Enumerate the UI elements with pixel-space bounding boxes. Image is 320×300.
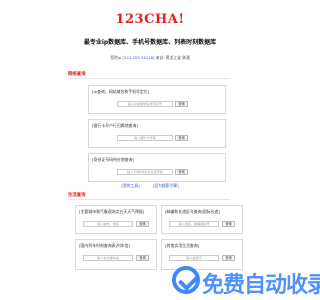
tool-links: [我的工具] [设为搜索引擎] (0, 183, 300, 189)
network-section-title: 网络查询 (68, 72, 86, 77)
ip-lookup-label: [ip查询、网站域名和手机号定位] (92, 89, 150, 94)
ip-location: 来自: 黑龙江省 联通 (155, 55, 190, 60)
postcode-input[interactable]: 输入地区、邮编或区号 (169, 221, 219, 227)
train-input[interactable]: 输入车次或车站 (83, 255, 133, 261)
other-life-input[interactable]: 输入关键字 (169, 255, 219, 261)
site-subtitle: 最专业ip数据库、手机号数据库、列表时刻数据库 (83, 39, 217, 46)
id-card-panel: [身份证号码所在地查询] 输入15或18位身份证号码 查询 (88, 153, 226, 182)
life-section-divider (68, 199, 230, 200)
id-card-input[interactable]: 输入15或18位身份证号码 (117, 169, 173, 175)
network-section-divider (68, 78, 230, 79)
other-life-label: [其他实用生活查询] (165, 243, 200, 248)
weather-panel: [主要城市和气象观测点五天天气预报] 输入城市、地区 查询 (75, 205, 157, 234)
visitor-ip-line: 您的ip [221.253.34118] 来自: 黑龙江省 联通 (0, 55, 300, 61)
bank-card-input[interactable]: 输入银行卡号码 (117, 135, 173, 141)
train-label: [国内列车时刻查询表|列车信] (79, 243, 131, 248)
postcode-button[interactable]: 查询 (222, 221, 235, 227)
watermark: 免费自动收录 (172, 264, 320, 300)
ip-lookup-panel: [ip查询、网站域名和手机号定位] 输入ip或者域名或手机号 查询 (88, 85, 226, 114)
checkmark-circle-icon (172, 266, 200, 294)
bank-card-panel: [银行卡开户行归属地查询] 输入银行卡号码 查询 (88, 119, 226, 148)
ip-lookup-button[interactable]: 查询 (175, 101, 188, 107)
bank-card-label: [银行卡开户行归属地查询] (92, 123, 138, 128)
train-button[interactable]: 查询 (136, 255, 149, 261)
ip-prefix: 您的ip (110, 55, 122, 60)
postcode-label: [邮编和长途区号查询|国际长途] (165, 209, 220, 214)
ip-lookup-input[interactable]: 输入ip或者域名或手机号 (117, 101, 173, 107)
id-card-button[interactable]: 查询 (175, 169, 188, 175)
postcode-panel: [邮编和长途区号查询|国际长途] 输入地区、邮编或区号 查询 (161, 205, 243, 234)
weather-label: [主要城市和气象观测点五天天气预报] (79, 209, 145, 214)
life-section-title: 生活查询 (68, 193, 86, 198)
weather-input[interactable]: 输入城市、地区 (83, 221, 133, 227)
set-search-engine-link[interactable]: [设为搜索引擎] (153, 183, 179, 188)
bank-card-button[interactable]: 查询 (175, 135, 188, 141)
id-card-label: [身份证号码所在地查询] (92, 157, 134, 162)
site-logo[interactable]: 123CHA! (0, 12, 300, 27)
train-panel: [国内列车时刻查询表|列车信] 输入车次或车站 查询 (75, 239, 157, 270)
ip-value[interactable]: [221.253.34118] (123, 55, 155, 60)
watermark-text: 免费自动收录 (202, 273, 320, 298)
other-life-button[interactable]: 查询 (222, 255, 235, 261)
my-tools-link[interactable]: [我的工具] (121, 183, 139, 188)
weather-button[interactable]: 查询 (136, 221, 149, 227)
